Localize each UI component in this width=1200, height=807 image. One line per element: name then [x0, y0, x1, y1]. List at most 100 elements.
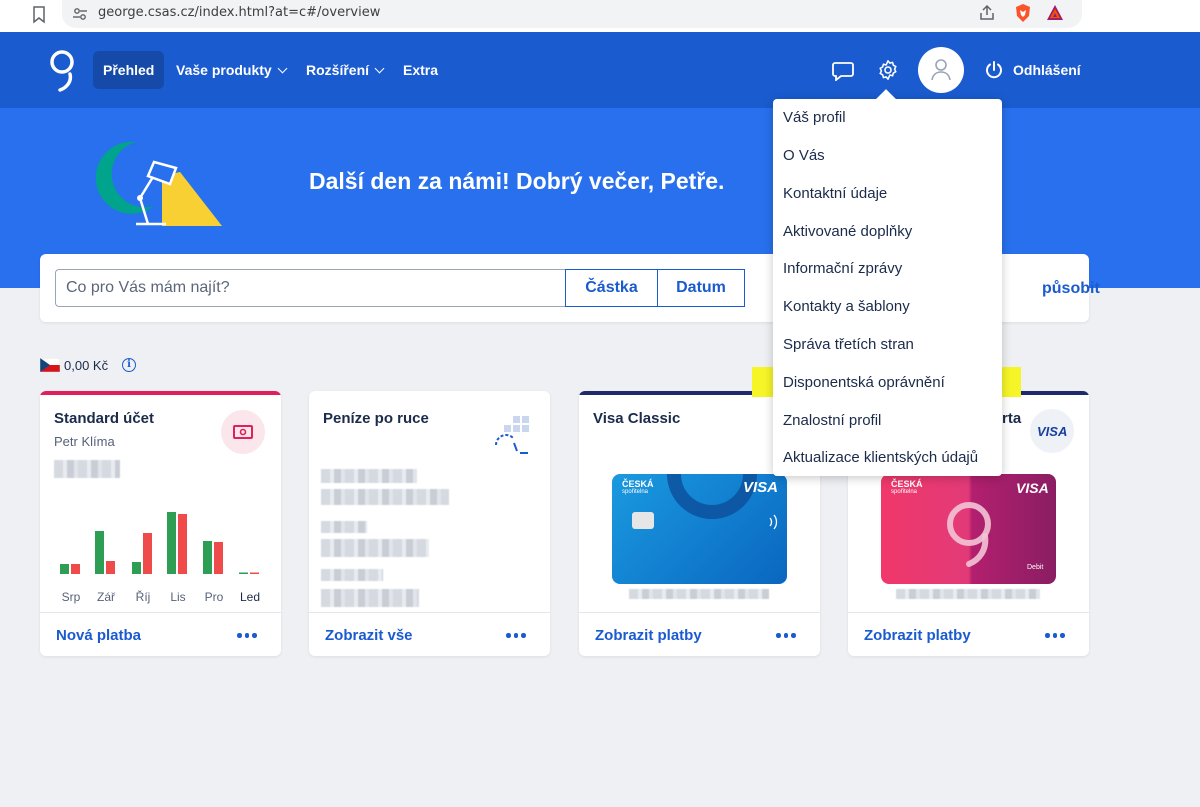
- menu-item-disponent-permissions[interactable]: Disponentská oprávnění: [783, 370, 945, 396]
- nav-item-products[interactable]: Vaše produkty: [166, 51, 296, 89]
- total-balance: 0,00 Kč: [64, 358, 109, 373]
- month-label: Říj: [135, 590, 151, 604]
- divider: [848, 612, 1089, 613]
- bank-logo-text: ČESKÁ: [622, 479, 654, 489]
- chevron-down-icon: [277, 63, 288, 74]
- card-title: Visa Classic: [593, 410, 681, 427]
- chart-bar: [250, 572, 259, 574]
- product-card-standard-account[interactable]: Standard účet Petr Klíma Srp Zář Říj Lis…: [40, 391, 281, 656]
- month-label: Lis: [170, 590, 186, 604]
- browser-toolbar: george.csas.cz/index.html?at=c#/overview: [0, 0, 1200, 32]
- banknote-icon: [233, 425, 253, 439]
- chevron-down-icon: [374, 63, 385, 74]
- chart-bar: [167, 512, 176, 574]
- visa-classic-card-image: ČESKÁ spořitelna VISA: [612, 474, 787, 584]
- loan-icon: [495, 416, 529, 454]
- chart-bar: [214, 542, 223, 574]
- share-icon[interactable]: [978, 4, 996, 22]
- month-label: Pro: [204, 590, 224, 604]
- brave-rewards-icon[interactable]: [1046, 4, 1064, 22]
- visa-logo: VISA: [1016, 480, 1049, 496]
- address-bar[interactable]: george.csas.cz/index.html?at=c#/overview: [62, 0, 1082, 28]
- menu-item-activated-addons[interactable]: Aktivované doplňky: [783, 219, 912, 245]
- greeting-text: Další den za námi! Dobrý večer, Petře.: [309, 168, 725, 194]
- show-all-button[interactable]: Zobrazit vše: [325, 627, 413, 644]
- new-payment-button[interactable]: Nová platba: [56, 627, 141, 644]
- redacted-account-number: [54, 460, 120, 478]
- debit-card-image: ČESKÁ spořitelna VISA Debit: [881, 474, 1056, 584]
- chart-bar: [60, 564, 69, 574]
- bookmark-icon[interactable]: [32, 6, 46, 24]
- menu-item-your-profile[interactable]: Váš profil: [783, 105, 846, 131]
- george-logo-icon[interactable]: [46, 48, 78, 92]
- chart-bar: [178, 514, 187, 574]
- chart-bar: [95, 531, 104, 574]
- more-options-icon[interactable]: [776, 633, 796, 638]
- nav-item-extra[interactable]: Extra: [393, 51, 448, 89]
- avatar[interactable]: [918, 47, 964, 93]
- menu-item-contacts-templates[interactable]: Kontakty a šablony: [783, 294, 910, 320]
- menu-item-contact-details[interactable]: Kontaktní údaje: [783, 181, 887, 207]
- redacted-value: [321, 569, 383, 581]
- card-owner: Petr Klíma: [54, 434, 115, 449]
- show-payments-button[interactable]: Zobrazit platby: [595, 627, 702, 644]
- chart-bar: [71, 564, 80, 574]
- chart-bar: [106, 561, 115, 574]
- filter-amount-button[interactable]: Částka: [565, 269, 658, 307]
- redacted-value: [321, 539, 429, 557]
- power-icon[interactable]: [984, 60, 1004, 80]
- filter-date-button[interactable]: Datum: [657, 269, 745, 307]
- month-label: Srp: [61, 590, 81, 604]
- bank-logo-text: ČESKÁ: [891, 479, 923, 489]
- menu-item-info-messages[interactable]: Informační zprávy: [783, 256, 902, 282]
- chart-bar: [239, 572, 248, 574]
- more-options-icon[interactable]: [1045, 633, 1065, 638]
- nav-item-extensions[interactable]: Rozšíření: [296, 51, 393, 89]
- visa-logo: VISA: [743, 479, 779, 496]
- customize-button[interactable]: působit: [1042, 280, 1100, 298]
- url-text[interactable]: george.csas.cz/index.html?at=c#/overview: [98, 5, 380, 20]
- redacted-card-number: [896, 589, 1040, 599]
- menu-item-third-parties[interactable]: Správa třetích stran: [783, 332, 914, 358]
- desk-lamp-illustration: [96, 141, 222, 226]
- bank-logo-subtext: spořitelna: [622, 489, 649, 495]
- account-badge: [221, 410, 265, 454]
- more-options-icon[interactable]: [506, 633, 526, 638]
- month-label: Zář: [97, 590, 115, 604]
- menu-item-knowledge-profile[interactable]: Znalostní profil: [783, 408, 881, 434]
- info-icon[interactable]: i: [122, 358, 136, 372]
- visa-badge: VISA: [1030, 409, 1074, 453]
- card-stripe: [40, 391, 281, 395]
- gear-icon[interactable]: [877, 59, 899, 81]
- redacted-value: [321, 489, 449, 505]
- brave-shield-icon[interactable]: [1014, 3, 1032, 23]
- redacted-value: [321, 521, 367, 533]
- redacted-value: [321, 589, 419, 607]
- divider: [309, 612, 550, 613]
- redacted-value: [321, 469, 417, 483]
- czech-flag-icon: [40, 358, 60, 372]
- menu-item-about-you[interactable]: O Vás: [783, 143, 825, 169]
- show-payments-button[interactable]: Zobrazit platby: [864, 627, 971, 644]
- debit-label: Debit: [1027, 564, 1044, 571]
- menu-item-update-client-data[interactable]: Aktualizace klientských údajů: [783, 445, 978, 471]
- redacted-card-number: [629, 589, 769, 599]
- bank-logo-subtext: spořitelna: [891, 489, 918, 495]
- settings-dropdown-menu: Váš profil O Vás Kontaktní údaje Aktivov…: [773, 99, 1002, 476]
- top-navigation: Přehled Vaše produkty Rozšíření Extra Od…: [0, 32, 1200, 108]
- product-card-cash-on-hand[interactable]: Peníze po ruce Zobrazit vše: [309, 391, 550, 656]
- month-label: Led: [239, 590, 261, 604]
- divider: [579, 612, 820, 613]
- chart-bar: [203, 541, 212, 574]
- card-title: Peníze po ruce: [323, 410, 429, 427]
- spending-chart: [60, 512, 259, 574]
- nav-item-overview[interactable]: Přehled: [93, 51, 165, 89]
- search-input[interactable]: [55, 269, 566, 307]
- divider: [40, 612, 281, 613]
- more-options-icon[interactable]: [237, 633, 257, 638]
- logout-button[interactable]: Odhlášení: [1013, 62, 1081, 78]
- site-settings-icon[interactable]: [72, 6, 88, 22]
- chat-icon[interactable]: [832, 61, 854, 81]
- chart-bar: [143, 533, 152, 574]
- card-title: Standard účet: [54, 410, 155, 427]
